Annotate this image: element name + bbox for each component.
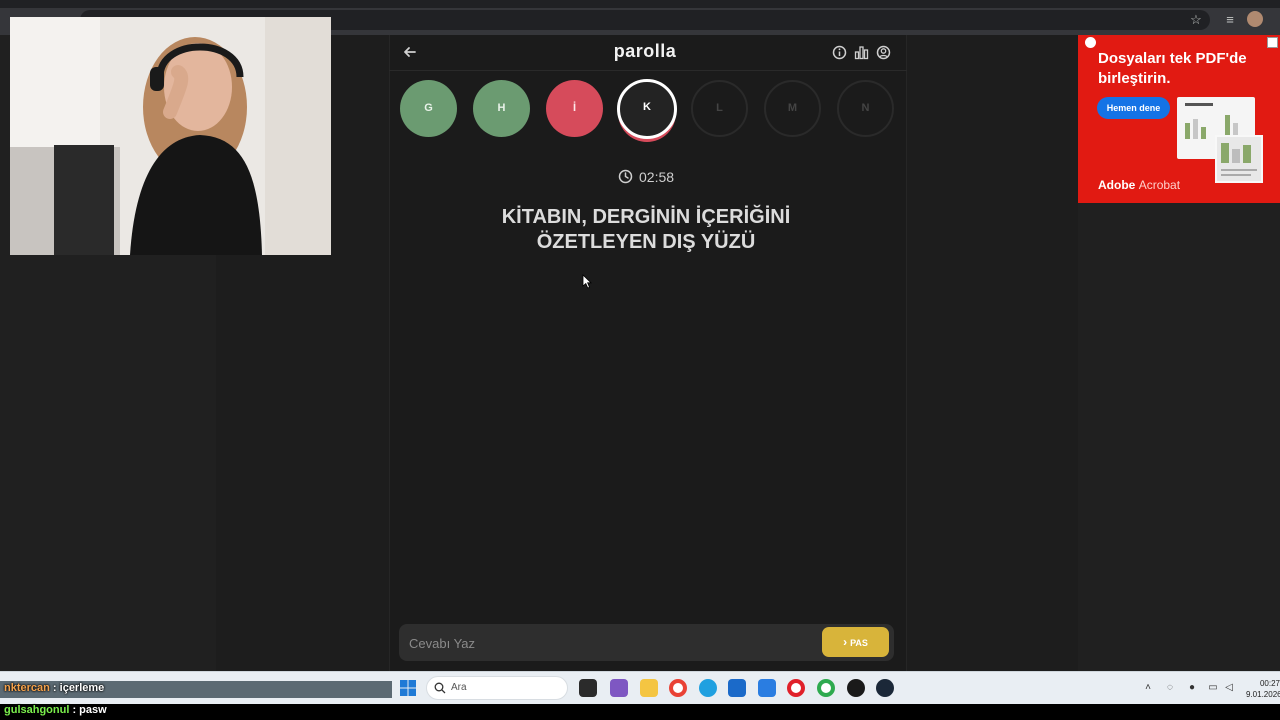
adobe-ad[interactable]: Dosyaları tek PDF'de birleştirin. Hemen … [1078,35,1280,203]
clock-time: 00:27 [1259,679,1280,688]
file-explorer-icon[interactable] [640,679,658,697]
bookmark-star-icon[interactable]: ☆ [1188,12,1204,28]
info-icon[interactable] [832,45,847,60]
ad-brand-name: Adobe [1098,178,1136,192]
letter-circle-h: H [473,80,530,137]
chrome-profile-icon[interactable] [817,679,835,697]
timer-value: 02:58 [639,169,675,185]
windows-start-icon[interactable] [400,680,416,696]
chevron-right-icon: › [843,635,848,649]
microphone-icon[interactable]: ● [1186,682,1198,694]
chat-text-1: : içerleme [52,682,105,694]
app-icon-2[interactable] [847,679,865,697]
chrome-icon[interactable] [669,679,687,697]
account-icon[interactable] [876,45,891,60]
right-sidebar-area [1078,203,1280,671]
app-icon-1[interactable] [610,679,628,697]
mail-icon[interactable] [758,679,776,697]
chat-message-1: nktercan : içerleme [4,682,104,694]
ad-info-icon[interactable] [1085,37,1096,48]
letter-circle-n: N [837,80,894,137]
timer: 02:58 [600,168,692,186]
opera-icon[interactable] [787,679,805,697]
ad-document-image-2 [1215,135,1263,183]
pass-button[interactable]: › PAS [822,627,889,657]
ad-cta-button[interactable]: Hemen dene [1097,97,1170,119]
letter-circle-l: L [691,80,748,137]
system-clock[interactable]: 00:27 9.01.2026 [1246,678,1280,700]
letter-circle-m: M [764,80,821,137]
letter-circle-g: G [400,80,457,137]
taskbar-search[interactable]: Ara [426,676,568,700]
question-line-2: ÖZETLEYEN DIŞ YÜZÜ [536,231,756,253]
volume-icon[interactable]: ◁ [1223,682,1235,694]
ad-close-icon[interactable] [1267,37,1278,48]
ad-title: Dosyaları tek PDF'de birleştirin. [1098,50,1247,87]
search-placeholder: Ara [451,682,467,693]
letter-circle-k-current: K [617,79,677,139]
chat-username-2: gulsahgonul [4,704,70,716]
stats-icon[interactable] [854,45,869,60]
chat-message-2: gulsahgonul : pasw [4,704,107,716]
profile-avatar[interactable] [1247,11,1263,27]
letter-circle-i: İ [546,80,603,137]
question-text: KİTABIN, DERGİNİN İÇERİĞİNİ ÖZETLEYEN DI… [440,205,852,255]
network-icon[interactable]: ◌ [1164,682,1176,694]
chat-text-2: : pasw [72,704,107,716]
pass-label: PAS [850,638,868,648]
task-view-icon[interactable] [579,679,597,697]
ad-product-name: Acrobat [1138,178,1181,192]
ad-brand: Adobe Acrobat [1098,178,1180,192]
edge-icon[interactable] [699,679,717,697]
steam-icon[interactable] [876,679,894,697]
clock-date: 9.01.2026 [1246,690,1280,699]
answer-input[interactable] [409,634,809,652]
search-icon [434,682,446,694]
answer-box [399,624,894,661]
parolla-logo: parolla [613,41,677,61]
media-controls-icon[interactable]: ≡ [1222,12,1238,28]
question-line-1: KİTABIN, DERGİNİN İÇERİĞİNİ [501,206,791,228]
chat-overlay-strip [0,704,1280,720]
back-arrow-icon[interactable] [401,43,419,61]
chevron-up-icon[interactable]: ˄ [1142,682,1154,694]
browser-tab-strip [0,0,1280,8]
screen: ☆ ≡ parolla G H İ K L M N 02:58 KİTABIN,… [0,0,1280,720]
store-icon[interactable] [728,679,746,697]
webcam-overlay [10,17,331,255]
clock-icon [618,169,633,184]
chat-username-1: nktercan [4,682,50,694]
display-icon[interactable]: ▭ [1207,682,1219,694]
mouse-cursor-icon [582,274,592,294]
